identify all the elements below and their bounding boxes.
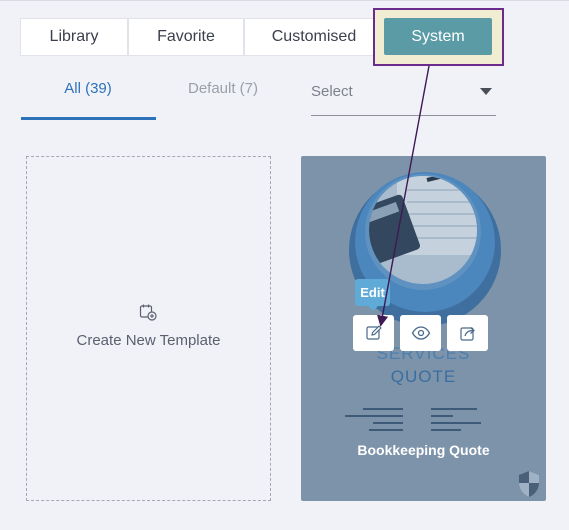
create-new-template-card[interactable]: Create New Template <box>26 156 271 501</box>
active-subtab-underline <box>21 117 156 120</box>
subtab-all[interactable]: All (39) <box>21 80 155 97</box>
tab-system[interactable]: System <box>384 18 492 55</box>
template-fine-print-left <box>343 406 413 442</box>
calendar-add-icon <box>139 304 157 321</box>
edit-button[interactable] <box>353 315 394 351</box>
edit-tooltip: Edit <box>355 279 390 311</box>
tab-customised[interactable]: Customised <box>244 18 384 56</box>
tab-favorite[interactable]: Favorite <box>128 18 244 56</box>
template-fine-print-right <box>429 406 499 442</box>
top-divider <box>0 0 569 1</box>
share-button[interactable] <box>447 315 488 351</box>
eye-icon <box>411 326 430 340</box>
share-icon <box>459 327 475 341</box>
shield-icon <box>519 471 539 497</box>
fine-print-lines <box>431 408 481 431</box>
tab-library[interactable]: Library <box>20 18 128 56</box>
chevron-down-icon <box>480 88 492 95</box>
pencil-icon <box>365 325 382 340</box>
template-heading-line2: QUOTE <box>390 367 457 386</box>
fine-print-lines <box>345 408 403 431</box>
template-filter-select[interactable]: Select <box>311 78 496 116</box>
preview-button[interactable] <box>400 315 441 351</box>
subtab-default[interactable]: Default (7) <box>178 80 268 97</box>
select-placeholder: Select <box>311 83 353 100</box>
create-new-template-label: Create New Template <box>76 332 221 349</box>
template-name: Bookkeeping Quote <box>357 442 490 458</box>
